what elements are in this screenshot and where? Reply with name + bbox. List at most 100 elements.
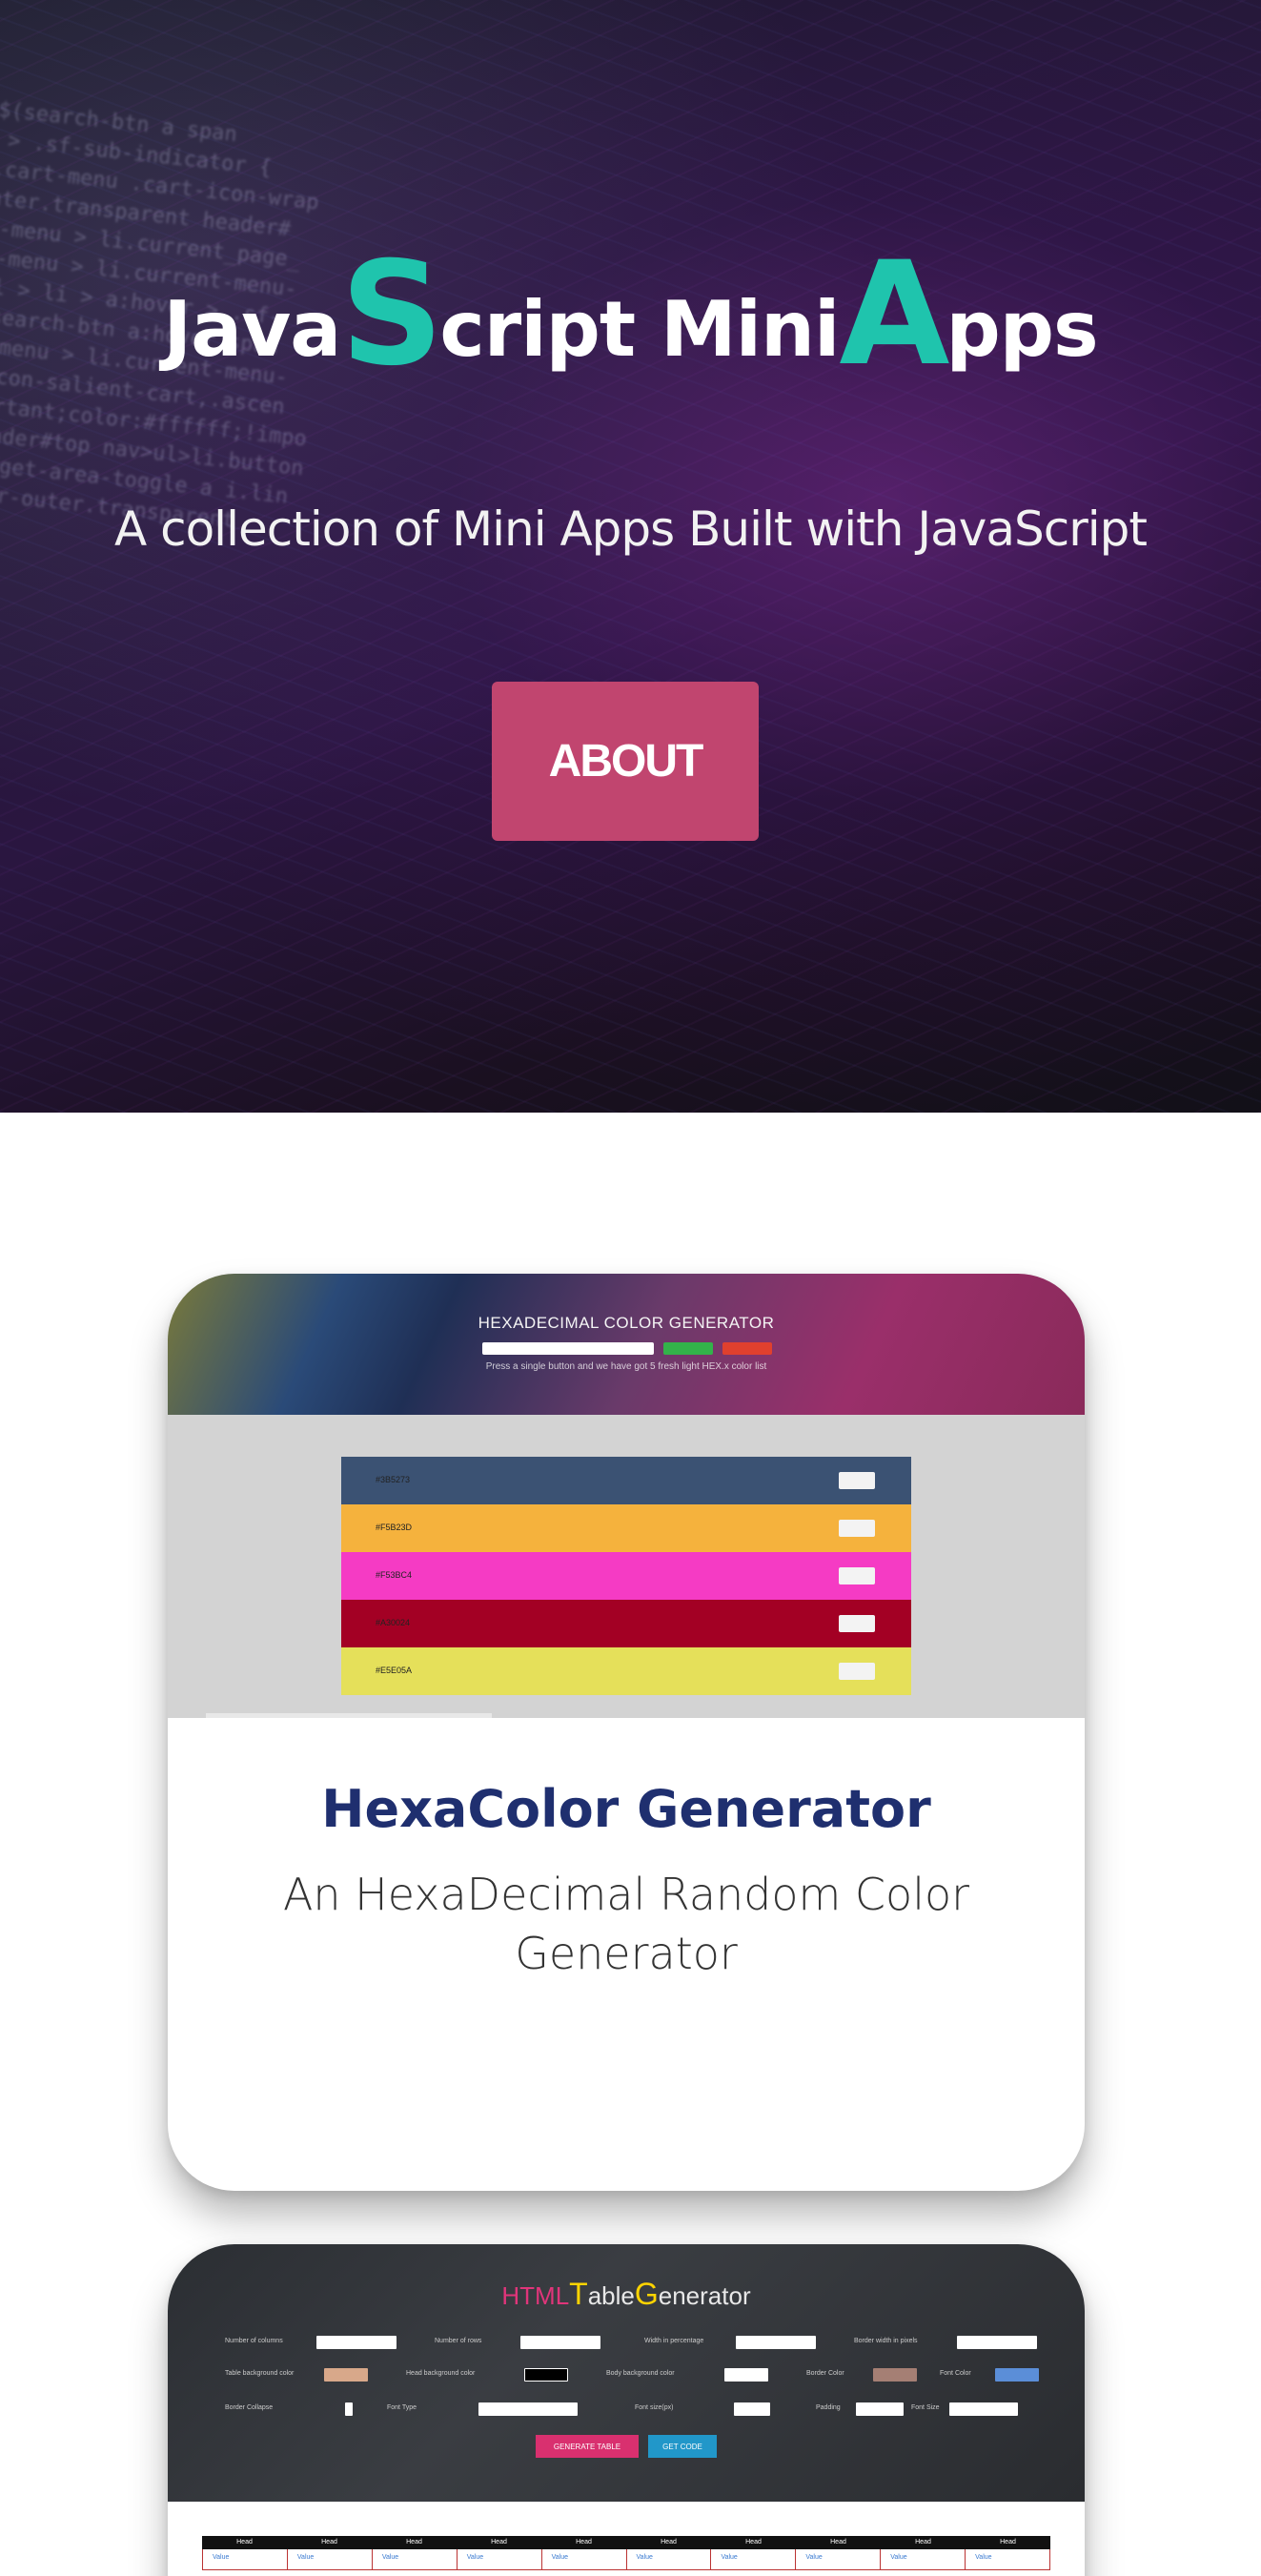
preview-heading-t: T: [569, 2277, 588, 2311]
field-box: [856, 2402, 904, 2416]
table-cell: Value: [203, 2549, 288, 2570]
field-label: Font Color: [940, 2370, 971, 2377]
table-header-cell: Head: [321, 2539, 337, 2545]
card-title[interactable]: HexaColor Generator: [168, 1779, 1085, 1839]
color-hex: #A30024: [376, 1618, 411, 1627]
table-header-cell: Head: [576, 2539, 592, 2545]
preview-generate-table-button: GENERATE TABLE: [536, 2435, 639, 2458]
copy-button: [839, 1567, 875, 1584]
field-label: Font size(px): [635, 2404, 674, 2411]
app-preview-image: HEXADECIMAL COLOR GENERATOR Press a sing…: [168, 1274, 1085, 1718]
preview-generated-table: Head Head Head Head Head Head Head Head …: [202, 2536, 1051, 2570]
app-preview-image: HTMLTableGenerator Number of columns Num…: [168, 2244, 1085, 2502]
field-label: Head background color: [406, 2370, 476, 2377]
table-cell: Value: [287, 2549, 373, 2570]
field-label: Table background color: [225, 2370, 295, 2377]
copy-button: [839, 1520, 875, 1537]
preview-note: Press a single button and we have got 5 …: [485, 1361, 767, 1372]
field-box: [949, 2402, 1018, 2416]
card-description: An HexaDecimal Random Color Generator: [282, 1869, 970, 1979]
preview-input: [482, 1342, 654, 1355]
table-header-cell: Head: [915, 2539, 931, 2545]
preview-form-row: Number of columns Number of rows Width i…: [225, 2336, 1045, 2353]
field-label: Number of columns: [225, 2338, 283, 2344]
table-header-cell: Head: [406, 2539, 422, 2545]
preview-controls: [482, 1342, 772, 1355]
table-cell: Value: [626, 2549, 712, 2570]
table-header-cell: Head: [661, 2539, 677, 2545]
hero-title: JavaScript MiniApps: [0, 243, 1261, 386]
color-hex: #F53BC4: [376, 1570, 413, 1580]
preview-form-row: Table background color Head background c…: [225, 2368, 1045, 2385]
color-row: #3B5273: [341, 1457, 911, 1504]
table-cell: Value: [966, 2549, 1051, 2570]
field-box: [524, 2368, 568, 2382]
preview-reset-button: [722, 1342, 772, 1355]
hero-title-big-a: A: [839, 232, 949, 398]
hero-title-part3: pps: [946, 285, 1098, 374]
hero-subtitle: A collection of Mini Apps Built with Jav…: [114, 501, 1148, 557]
hero-section: $(search-btn a span > .sf-sub-indicator …: [0, 0, 1261, 1113]
about-button[interactable]: ABOUT: [492, 682, 759, 841]
table-header-cell: Head: [830, 2539, 846, 2545]
field-box: [316, 2336, 397, 2349]
table-cell: Value: [372, 2549, 458, 2570]
table-header-cell: Head: [745, 2539, 762, 2545]
field-label: Font Size: [911, 2404, 940, 2411]
field-box: [995, 2368, 1039, 2382]
field-label: Body background color: [606, 2370, 675, 2377]
preview-scrollbar: [206, 1713, 492, 1718]
copy-button: [839, 1615, 875, 1632]
field-label: Border Color: [806, 2370, 844, 2377]
preview-heading-able: able: [587, 2281, 635, 2310]
color-row: #F53BC4: [341, 1552, 911, 1600]
field-box: [957, 2336, 1037, 2349]
field-label: Font Type: [387, 2404, 417, 2411]
hero-title-big-s: S: [340, 232, 443, 398]
field-box: [324, 2368, 368, 2382]
app-card-hexacolor[interactable]: HEXADECIMAL COLOR GENERATOR Press a sing…: [168, 1274, 1085, 2191]
field-box: [724, 2368, 768, 2382]
preview-heading: HTMLTableGenerator: [168, 2277, 1085, 2312]
preview-heading-g: G: [634, 2277, 659, 2311]
preview-form-row: Border Collapse Font Type Font size(px) …: [225, 2402, 1045, 2420]
field-box: [734, 2402, 770, 2416]
preview-get-code-button: GET CODE: [648, 2435, 717, 2458]
field-box: [520, 2336, 600, 2349]
field-box: [873, 2368, 917, 2382]
table-header-cell: Head: [1000, 2539, 1016, 2545]
color-hex: #F5B23D: [376, 1523, 413, 1532]
field-box: [478, 2402, 578, 2416]
color-row: #A30024: [341, 1600, 911, 1647]
preview-heading-html: HTML: [501, 2281, 570, 2310]
table-cell: Value: [457, 2549, 542, 2570]
color-hex: #3B5273: [376, 1475, 411, 1484]
hero-title-part2: cript Mini: [439, 285, 840, 374]
table-header-row: Head Head Head Head Head Head Head Head …: [202, 2536, 1050, 2549]
preview-buttons: GENERATE TABLE GET CODE: [536, 2435, 717, 2458]
field-box: [345, 2402, 353, 2416]
field-label: Border width in pixels: [854, 2338, 918, 2344]
table-row: Value Value Value Value Value Value Valu…: [202, 2549, 1051, 2570]
copy-button: [839, 1663, 875, 1680]
preview-heading: HEXADECIMAL COLOR GENERATOR: [478, 1314, 775, 1332]
table-cell: Value: [711, 2549, 797, 2570]
field-label: Width in percentage: [644, 2338, 704, 2344]
field-label: Number of rows: [435, 2338, 482, 2344]
preview-color-list: #3B5273 #F5B23D #F53BC4 #A30024 #E5E05A: [341, 1457, 911, 1695]
preview-heading-enerator: enerator: [658, 2281, 751, 2310]
field-label: Padding: [816, 2404, 841, 2411]
field-box: [736, 2336, 816, 2349]
color-hex: #E5E05A: [376, 1666, 413, 1675]
preview-header: HEXADECIMAL COLOR GENERATOR Press a sing…: [168, 1274, 1085, 1415]
field-label: Border Collapse: [225, 2404, 274, 2411]
table-header-cell: Head: [491, 2539, 507, 2545]
hero-title-part1: Java: [163, 285, 341, 374]
table-header-cell: Head: [236, 2539, 253, 2545]
preview-generate-button: [663, 1342, 713, 1355]
table-cell: Value: [541, 2549, 627, 2570]
copy-button: [839, 1472, 875, 1489]
color-row: #F5B23D: [341, 1504, 911, 1552]
color-row: #E5E05A: [341, 1647, 911, 1695]
app-card-html-table-generator[interactable]: HTMLTableGenerator Number of columns Num…: [168, 2244, 1085, 2576]
